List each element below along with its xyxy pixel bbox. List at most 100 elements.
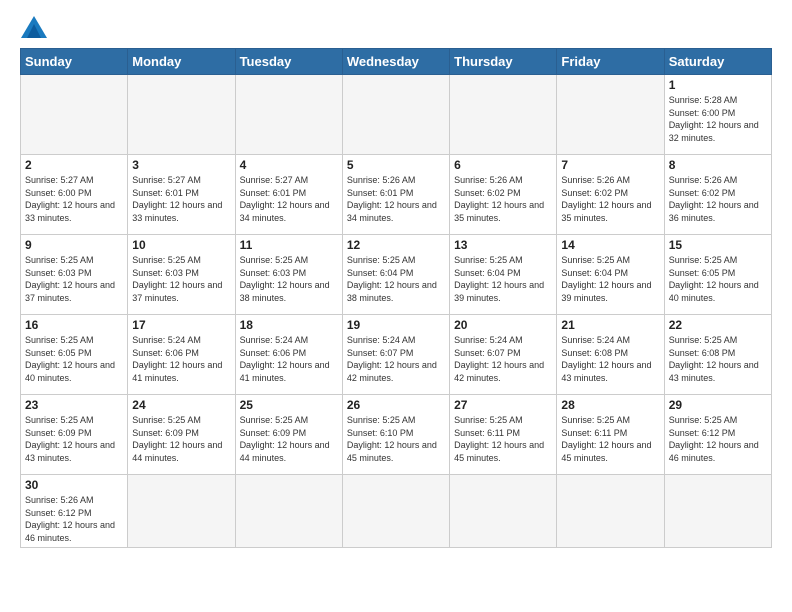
day-number: 19 xyxy=(347,318,445,332)
calendar-cell xyxy=(557,475,664,548)
calendar-cell xyxy=(21,75,128,155)
day-number: 2 xyxy=(25,158,123,172)
calendar-cell: 10 Sunrise: 5:25 AMSunset: 6:03 PMDayligh… xyxy=(128,235,235,315)
calendar-cell: 21 Sunrise: 5:24 AMSunset: 6:08 PMDayligh… xyxy=(557,315,664,395)
cell-info: Sunrise: 5:25 AMSunset: 6:10 PMDaylight:… xyxy=(347,414,445,464)
cell-info: Sunrise: 5:26 AMSunset: 6:02 PMDaylight:… xyxy=(669,174,767,224)
cell-info: Sunrise: 5:25 AMSunset: 6:05 PMDaylight:… xyxy=(25,334,123,384)
cell-info: Sunrise: 5:25 AMSunset: 6:11 PMDaylight:… xyxy=(561,414,659,464)
calendar-cell: 26 Sunrise: 5:25 AMSunset: 6:10 PMDayligh… xyxy=(342,395,449,475)
calendar-cell xyxy=(342,75,449,155)
cell-info: Sunrise: 5:25 AMSunset: 6:04 PMDaylight:… xyxy=(561,254,659,304)
calendar-cell: 13 Sunrise: 5:25 AMSunset: 6:04 PMDayligh… xyxy=(450,235,557,315)
day-number: 16 xyxy=(25,318,123,332)
calendar-table: SundayMondayTuesdayWednesdayThursdayFrid… xyxy=(20,48,772,548)
day-number: 22 xyxy=(669,318,767,332)
calendar-cell: 1Sunrise: 5:28 AMSunset: 6:00 PMDaylight… xyxy=(664,75,771,155)
cell-info: Sunrise: 5:25 AMSunset: 6:04 PMDaylight:… xyxy=(347,254,445,304)
cell-info: Sunrise: 5:25 AMSunset: 6:03 PMDaylight:… xyxy=(240,254,338,304)
calendar-cell: 24 Sunrise: 5:25 AMSunset: 6:09 PMDayligh… xyxy=(128,395,235,475)
calendar-cell xyxy=(128,75,235,155)
cell-info: Sunrise: 5:27 AMSunset: 6:00 PMDaylight:… xyxy=(25,174,123,224)
cell-info: Sunrise: 5:26 AMSunset: 6:02 PMDaylight:… xyxy=(454,174,552,224)
cell-info: Sunrise: 5:24 AMSunset: 6:06 PMDaylight:… xyxy=(132,334,230,384)
calendar-cell: 15 Sunrise: 5:25 AMSunset: 6:05 PMDayligh… xyxy=(664,235,771,315)
calendar-cell xyxy=(557,75,664,155)
calendar-cell: 19Sunrise: 5:24 AMSunset: 6:07 PMDayligh… xyxy=(342,315,449,395)
calendar-week-3: 9 Sunrise: 5:25 AMSunset: 6:03 PMDaylight… xyxy=(21,235,772,315)
day-number: 15 xyxy=(669,238,767,252)
calendar-cell: 18Sunrise: 5:24 AMSunset: 6:06 PMDayligh… xyxy=(235,315,342,395)
day-number: 1 xyxy=(669,78,767,92)
day-number: 28 xyxy=(561,398,659,412)
calendar-week-2: 2 Sunrise: 5:27 AMSunset: 6:00 PMDaylight… xyxy=(21,155,772,235)
calendar-cell: 30 Sunrise: 5:26 AMSunset: 6:12 PMDayligh… xyxy=(21,475,128,548)
weekday-friday: Friday xyxy=(557,49,664,75)
calendar-cell: 12 Sunrise: 5:25 AMSunset: 6:04 PMDayligh… xyxy=(342,235,449,315)
calendar-cell xyxy=(450,75,557,155)
calendar-cell xyxy=(450,475,557,548)
day-number: 11 xyxy=(240,238,338,252)
calendar-cell xyxy=(342,475,449,548)
day-number: 27 xyxy=(454,398,552,412)
weekday-thursday: Thursday xyxy=(450,49,557,75)
calendar-cell: 2 Sunrise: 5:27 AMSunset: 6:00 PMDaylight… xyxy=(21,155,128,235)
day-number: 18 xyxy=(240,318,338,332)
day-number: 7 xyxy=(561,158,659,172)
day-number: 4 xyxy=(240,158,338,172)
weekday-header-row: SundayMondayTuesdayWednesdayThursdayFrid… xyxy=(21,49,772,75)
cell-info: Sunrise: 5:26 AMSunset: 6:01 PMDaylight:… xyxy=(347,174,445,224)
calendar-cell: 28 Sunrise: 5:25 AMSunset: 6:11 PMDayligh… xyxy=(557,395,664,475)
cell-info: Sunrise: 5:27 AMSunset: 6:01 PMDaylight:… xyxy=(240,174,338,224)
cell-info: Sunrise: 5:25 AMSunset: 6:05 PMDaylight:… xyxy=(669,254,767,304)
calendar-cell: 27 Sunrise: 5:25 AMSunset: 6:11 PMDayligh… xyxy=(450,395,557,475)
day-number: 9 xyxy=(25,238,123,252)
calendar-cell xyxy=(235,75,342,155)
weekday-sunday: Sunday xyxy=(21,49,128,75)
day-number: 24 xyxy=(132,398,230,412)
calendar-week-6: 30 Sunrise: 5:26 AMSunset: 6:12 PMDayligh… xyxy=(21,475,772,548)
cell-info: Sunrise: 5:25 AMSunset: 6:11 PMDaylight:… xyxy=(454,414,552,464)
cell-info: Sunrise: 5:25 AMSunset: 6:09 PMDaylight:… xyxy=(240,414,338,464)
day-number: 29 xyxy=(669,398,767,412)
header xyxy=(20,16,772,38)
cell-info: Sunrise: 5:25 AMSunset: 6:12 PMDaylight:… xyxy=(669,414,767,464)
calendar-week-4: 16 Sunrise: 5:25 AMSunset: 6:05 PMDayligh… xyxy=(21,315,772,395)
cell-info: Sunrise: 5:25 AMSunset: 6:03 PMDaylight:… xyxy=(132,254,230,304)
calendar-cell: 9Sunrise: 5:25 AMSunset: 6:03 PMDaylight… xyxy=(21,235,128,315)
calendar-cell: 7 Sunrise: 5:26 AMSunset: 6:02 PMDaylight… xyxy=(557,155,664,235)
calendar-cell xyxy=(664,475,771,548)
day-number: 30 xyxy=(25,478,123,492)
calendar-cell: 8 Sunrise: 5:26 AMSunset: 6:02 PMDaylight… xyxy=(664,155,771,235)
cell-info: Sunrise: 5:26 AMSunset: 6:02 PMDaylight:… xyxy=(561,174,659,224)
day-number: 8 xyxy=(669,158,767,172)
calendar-cell: 3 Sunrise: 5:27 AMSunset: 6:01 PMDaylight… xyxy=(128,155,235,235)
cell-info: Sunrise: 5:24 AMSunset: 6:07 PMDaylight:… xyxy=(454,334,552,384)
day-number: 13 xyxy=(454,238,552,252)
page: SundayMondayTuesdayWednesdayThursdayFrid… xyxy=(0,0,792,568)
day-number: 20 xyxy=(454,318,552,332)
cell-info: Sunrise: 5:26 AMSunset: 6:12 PMDaylight:… xyxy=(25,494,123,544)
cell-info: Sunrise: 5:24 AMSunset: 6:08 PMDaylight:… xyxy=(561,334,659,384)
day-number: 23 xyxy=(25,398,123,412)
calendar-cell: 6Sunrise: 5:26 AMSunset: 6:02 PMDaylight… xyxy=(450,155,557,235)
cell-info: Sunrise: 5:25 AMSunset: 6:09 PMDaylight:… xyxy=(25,414,123,464)
day-number: 17 xyxy=(132,318,230,332)
cell-info: Sunrise: 5:25 AMSunset: 6:04 PMDaylight:… xyxy=(454,254,552,304)
cell-info: Sunrise: 5:25 AMSunset: 6:09 PMDaylight:… xyxy=(132,414,230,464)
calendar-cell: 22Sunrise: 5:25 AMSunset: 6:08 PMDayligh… xyxy=(664,315,771,395)
day-number: 25 xyxy=(240,398,338,412)
calendar-cell: 20 Sunrise: 5:24 AMSunset: 6:07 PMDayligh… xyxy=(450,315,557,395)
day-number: 3 xyxy=(132,158,230,172)
calendar-cell: 11 Sunrise: 5:25 AMSunset: 6:03 PMDayligh… xyxy=(235,235,342,315)
calendar-cell: 17 Sunrise: 5:24 AMSunset: 6:06 PMDayligh… xyxy=(128,315,235,395)
calendar-cell: 4 Sunrise: 5:27 AMSunset: 6:01 PMDaylight… xyxy=(235,155,342,235)
calendar-cell: 25 Sunrise: 5:25 AMSunset: 6:09 PMDayligh… xyxy=(235,395,342,475)
cell-info: Sunrise: 5:27 AMSunset: 6:01 PMDaylight:… xyxy=(132,174,230,224)
day-number: 12 xyxy=(347,238,445,252)
day-number: 10 xyxy=(132,238,230,252)
weekday-wednesday: Wednesday xyxy=(342,49,449,75)
day-number: 5 xyxy=(347,158,445,172)
day-number: 21 xyxy=(561,318,659,332)
day-number: 26 xyxy=(347,398,445,412)
